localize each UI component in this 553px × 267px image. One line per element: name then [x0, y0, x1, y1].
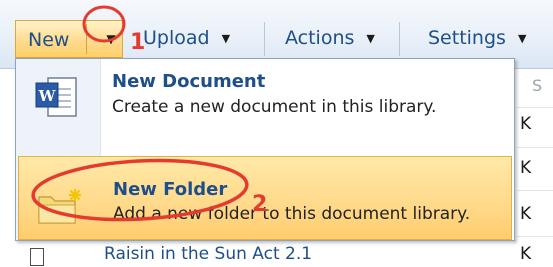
annotation-number-1: 1: [130, 30, 146, 55]
upload-button[interactable]: Upload ▼: [143, 22, 230, 54]
menu-item-description: Create a new document in this library.: [112, 97, 437, 117]
menu-item-title: New Document: [112, 71, 266, 92]
row-divider: [517, 236, 553, 237]
actions-label: Actions: [285, 27, 355, 49]
new-button-divider: [86, 24, 87, 54]
upload-caret-icon: ▼: [221, 31, 231, 45]
svg-text:W: W: [38, 87, 57, 105]
new-button-label: New: [28, 29, 70, 51]
word-document-icon: W: [35, 77, 77, 117]
menu-item-description: Add a new folder to this document librar…: [113, 204, 471, 224]
list-item[interactable]: Raisin in the Sun Act 2.1 K: [30, 244, 553, 267]
upload-label: Upload: [143, 27, 210, 49]
list-item-letter: K: [520, 244, 532, 264]
document-title-link[interactable]: Raisin in the Sun Act 2.1: [104, 244, 312, 264]
settings-caret-icon: ▼: [517, 31, 527, 45]
settings-button[interactable]: Settings ▼: [428, 22, 526, 54]
new-button[interactable]: New ▼: [15, 20, 123, 58]
settings-label: Settings: [428, 27, 506, 49]
menu-item-title: New Folder: [113, 179, 228, 200]
document-icon: [30, 248, 44, 266]
column-header: S: [532, 76, 543, 95]
row-divider: [517, 107, 553, 108]
new-folder-icon: [38, 189, 81, 224]
annotation-number-2: 2: [252, 192, 268, 217]
menu-item-new-document[interactable]: W New Document Create a new document in …: [16, 59, 514, 141]
row-divider: [517, 147, 553, 148]
row-divider: [517, 190, 553, 191]
actions-caret-icon: ▼: [366, 31, 375, 45]
toolbar-separator: [399, 22, 400, 56]
actions-button[interactable]: Actions ▼: [285, 22, 375, 54]
new-dropdown-arrow-icon[interactable]: ▼: [99, 27, 123, 51]
toolbar-separator: [264, 22, 265, 56]
